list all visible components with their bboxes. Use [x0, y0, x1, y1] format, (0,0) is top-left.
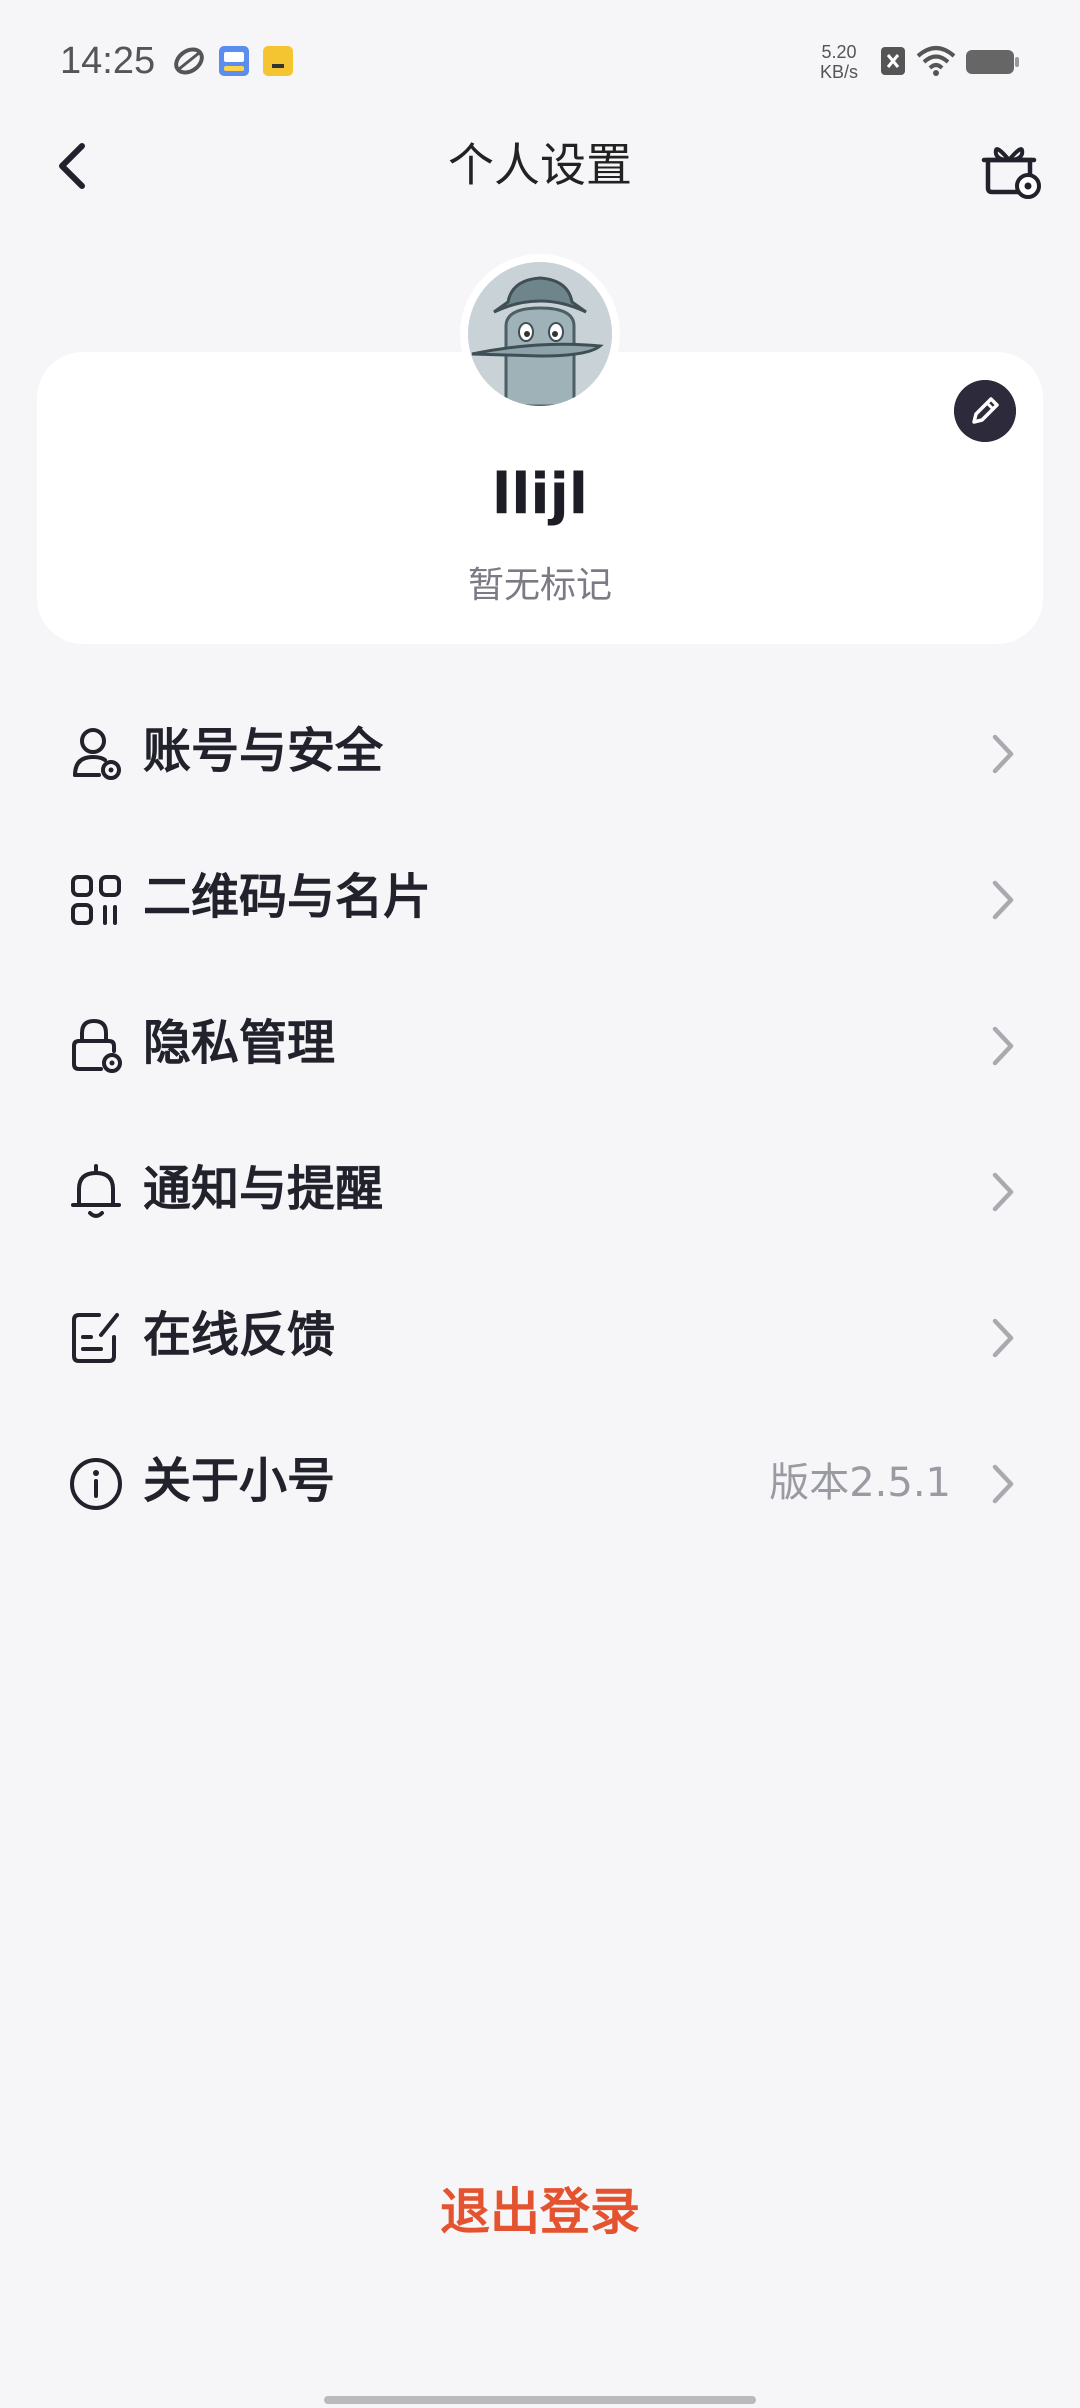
chevron-right-icon — [992, 880, 1014, 920]
avatar-character-icon — [468, 262, 612, 406]
home-indicator[interactable] — [324, 2396, 756, 2404]
chevron-right-icon — [992, 1318, 1014, 1358]
username: llijl — [492, 462, 588, 527]
sim-off-icon — [881, 47, 905, 75]
qr-code-icon — [71, 875, 121, 925]
app-notification-icon-3 — [263, 46, 293, 76]
menu-item-account-security[interactable]: 账号与安全 — [37, 681, 1043, 827]
menu-label: 在线反馈 — [143, 1307, 336, 1363]
menu-item-privacy[interactable]: 隐私管理 — [37, 973, 1043, 1119]
version-text: 版本2.5.1 — [769, 1460, 951, 1506]
menu-item-feedback[interactable]: 在线反馈 — [37, 1265, 1043, 1411]
profile-remark: 暂无标记 — [467, 565, 612, 606]
network-speed: 5.20 KB/s — [820, 42, 858, 82]
menu-label: 关于小号 — [143, 1453, 336, 1509]
menu-label: 账号与安全 — [143, 723, 384, 779]
chevron-right-icon — [992, 1026, 1014, 1066]
lock-settings-icon — [72, 1018, 122, 1073]
bell-icon — [71, 1164, 121, 1218]
battery-icon — [966, 50, 1019, 74]
menu-item-qr-card[interactable]: 二维码与名片 — [37, 827, 1043, 973]
app-notification-icon-2 — [219, 46, 249, 76]
gift-settings-icon[interactable] — [980, 138, 1042, 200]
wifi-icon — [916, 46, 956, 76]
app-notification-icon — [174, 47, 204, 75]
page-title: 个人设置 — [448, 138, 632, 192]
menu-item-notifications[interactable]: 通知与提醒 — [37, 1119, 1043, 1265]
menu-label: 通知与提醒 — [143, 1161, 384, 1217]
menu-label: 二维码与名片 — [143, 869, 432, 925]
edit-profile-button[interactable] — [954, 380, 1016, 442]
network-speed-unit: KB/s — [820, 62, 859, 82]
feedback-icon — [72, 1313, 119, 1363]
logout-button[interactable]: 退出登录 — [0, 2172, 1080, 2244]
menu-item-about[interactable]: 关于小号 版本2.5.1 — [37, 1411, 1043, 1557]
menu-label: 隐私管理 — [143, 1015, 336, 1071]
chevron-right-icon — [992, 734, 1014, 774]
user-settings-icon — [73, 728, 121, 780]
status-bar: 14:25 5.20 KB/s — [0, 0, 1080, 130]
status-time: 14:25 — [60, 40, 156, 82]
network-speed-value: 5.20 — [821, 42, 857, 62]
chevron-right-icon — [992, 1464, 1014, 1504]
avatar[interactable] — [460, 254, 620, 414]
chevron-right-icon — [992, 1172, 1014, 1212]
info-icon — [70, 1458, 122, 1510]
avatar-image — [468, 262, 612, 406]
